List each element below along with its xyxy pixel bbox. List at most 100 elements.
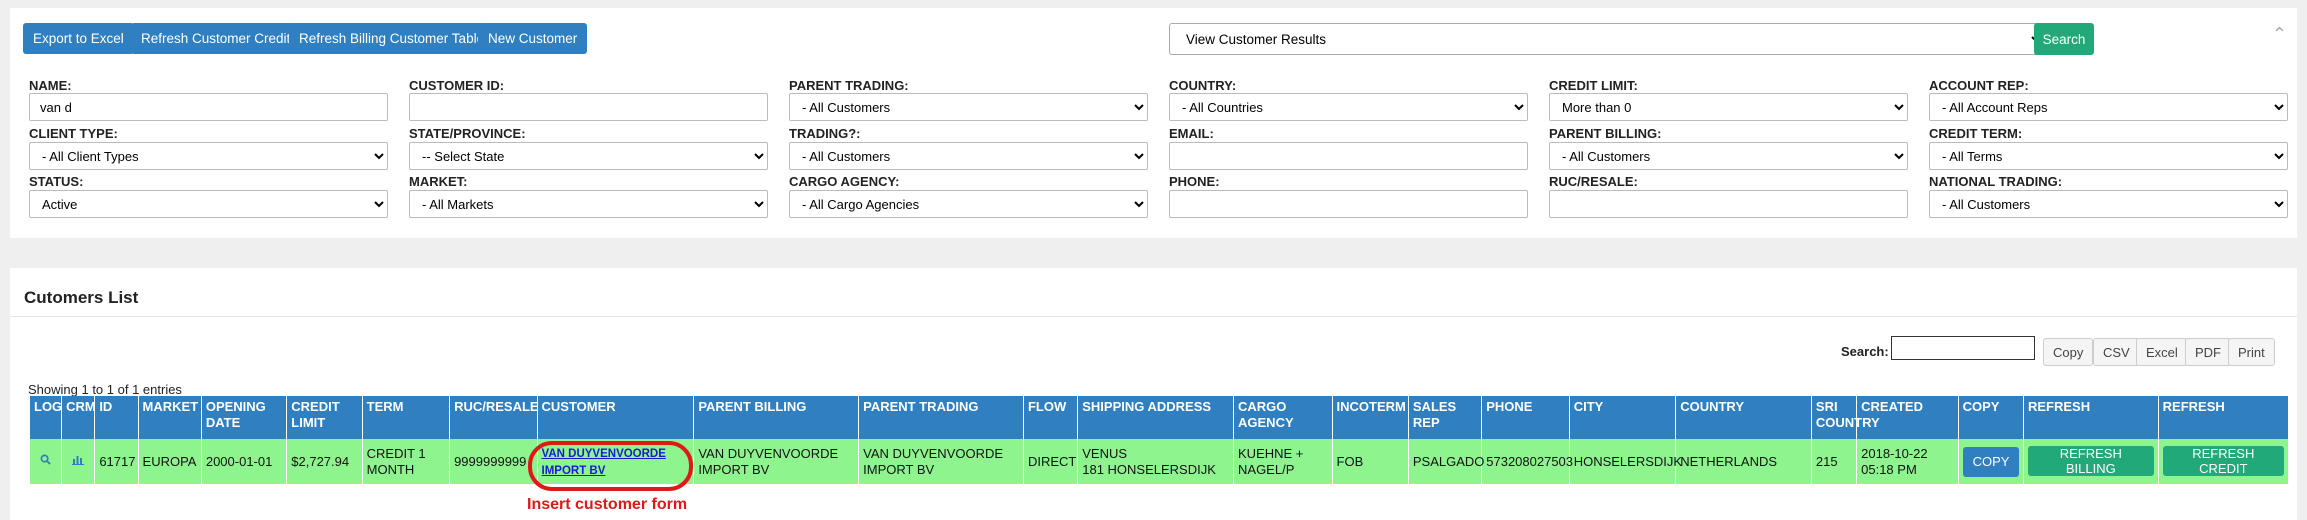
credit-limit-select[interactable]: More than 0 <box>1549 93 1908 121</box>
trading-select[interactable]: - All Customers <box>789 142 1148 170</box>
header-sales-rep[interactable]: SALES REP <box>1407 396 1482 439</box>
header-customer[interactable]: CUSTOMER <box>536 396 694 439</box>
client-type-label: CLIENT TYPE: <box>29 126 118 141</box>
city-cell: HONSELERSDIJK <box>1568 439 1682 484</box>
bar-chart-icon[interactable] <box>72 456 85 468</box>
table-search-input[interactable] <box>1891 336 2035 360</box>
header-refresh-billing[interactable]: REFRESH <box>2022 396 2159 439</box>
header-country[interactable]: COUNTRY <box>1675 396 1812 439</box>
refresh-credit-button[interactable]: REFRESH CREDIT <box>2162 446 2284 476</box>
crm-cell <box>61 439 95 484</box>
header-incoterm[interactable]: INCOTERM <box>1331 396 1409 439</box>
header-sri-country[interactable]: SRI COUNTRY <box>1810 396 1880 439</box>
cargo-agency-label: CARGO AGENCY: <box>789 174 900 189</box>
customer-id-label: CUSTOMER ID: <box>409 78 505 93</box>
copy-export-button[interactable]: Copy <box>2043 338 2094 366</box>
header-city[interactable]: CITY <box>1568 396 1676 439</box>
national-trading-label: NATIONAL TRADING: <box>1929 174 2063 189</box>
shipping-line-1: VENUS <box>1082 445 1128 461</box>
country-select[interactable]: - All Countries <box>1169 93 1528 121</box>
ruc-resale-label: RUC/RESALE: <box>1549 174 1638 189</box>
list-title: Cutomers List <box>24 288 139 307</box>
header-opening-date[interactable]: OPENING DATE <box>200 396 287 439</box>
header-flow[interactable]: FLOW <box>1022 396 1078 439</box>
annotation-highlight-oval <box>528 441 693 491</box>
header-log[interactable]: LOG <box>28 396 62 439</box>
email-input[interactable] <box>1169 142 1528 170</box>
header-parent-billing[interactable]: PARENT BILLING <box>693 396 859 439</box>
name-label: NAME: <box>29 78 72 93</box>
customer-id-input[interactable] <box>409 93 768 121</box>
customers-list-panel: Cutomers List Search: Copy CSV Excel PDF… <box>10 268 2297 520</box>
name-input[interactable] <box>29 93 388 121</box>
search-button[interactable]: Search <box>2034 23 2094 55</box>
print-button[interactable]: Print <box>2228 338 2275 366</box>
trading-label: TRADING?: <box>789 126 861 141</box>
header-cargo-agency[interactable]: CARGO AGENCY <box>1233 396 1333 439</box>
market-label: MARKET: <box>409 174 468 189</box>
phone-input[interactable] <box>1169 190 1528 218</box>
annotation-label: Insert customer form <box>527 496 688 513</box>
excel-export-button[interactable]: Excel <box>2136 338 2188 366</box>
export-excel-button[interactable]: Export to Excel <box>23 23 134 54</box>
ruc-resale-input[interactable] <box>1549 190 1908 218</box>
header-copy[interactable]: COPY <box>1957 396 2024 439</box>
parent-trading-label: PARENT TRADING: <box>789 78 909 93</box>
incoterm-cell: FOB <box>1331 439 1409 484</box>
parent-trading-select[interactable]: - All Customers <box>789 93 1148 121</box>
header-phone[interactable]: PHONE <box>1481 396 1570 439</box>
sri-country-cell: 215 <box>1810 439 1857 484</box>
customers-table: LOG CRM ID MARKET OPENING DATE CREDIT LI… <box>28 396 2288 484</box>
phone-label: PHONE: <box>1169 174 1220 189</box>
client-type-select[interactable]: - All Client Types <box>29 142 388 170</box>
country-cell: NETHERLANDS <box>1675 439 1812 484</box>
credit-term-select[interactable]: - All Terms <box>1929 142 2288 170</box>
header-term[interactable]: TERM <box>361 396 450 439</box>
view-results-select[interactable]: View Customer Results <box>1169 23 2045 55</box>
refresh-credit-cell: REFRESH CREDIT <box>2157 439 2288 484</box>
header-crm[interactable]: CRM <box>61 396 96 439</box>
market-select[interactable]: - All Markets <box>409 190 768 218</box>
header-credit-limit[interactable]: CREDIT LIMIT <box>286 396 363 439</box>
filter-panel: Export to Excel Refresh Customer Credit … <box>10 8 2297 238</box>
created-cell: 2018-10-22 05:18 PM <box>1856 439 1959 484</box>
shipping-address-cell: VENUS 181 HONSELERSDIJK <box>1077 439 1234 484</box>
refresh-customer-credit-button[interactable]: Refresh Customer Credit <box>131 23 301 54</box>
status-select[interactable]: Active <box>29 190 388 218</box>
credit-term-label: CREDIT TERM: <box>1929 126 2023 141</box>
entries-info: Showing 1 to 1 of 1 entries <box>28 382 182 397</box>
header-id[interactable]: ID <box>94 396 139 439</box>
email-label: EMAIL: <box>1169 126 1214 141</box>
national-trading-select[interactable]: - All Customers <box>1929 190 2288 218</box>
refresh-billing-table-button[interactable]: Refresh Billing Customer Table <box>289 23 495 54</box>
credit-limit-cell: $2,727.94 <box>286 439 363 484</box>
copy-customer-button[interactable]: COPY <box>1962 446 2020 477</box>
log-cell <box>28 439 62 484</box>
country-label: COUNTRY: <box>1169 78 1237 93</box>
header-refresh-credit[interactable]: REFRESH <box>2157 396 2288 439</box>
header-shipping-address[interactable]: SHIPPING ADDRESS <box>1077 396 1234 439</box>
header-ruc-resale[interactable]: RUC/RESALE <box>449 396 539 439</box>
phone-cell: 573208027503 <box>1481 439 1573 484</box>
new-customer-button[interactable]: New Customer <box>478 23 588 54</box>
chevron-up-icon[interactable]: ⌃ <box>2272 24 2287 45</box>
header-market[interactable]: MARKET <box>137 396 202 439</box>
cargo-agency-select[interactable]: - All Cargo Agencies <box>789 190 1148 218</box>
csv-export-button[interactable]: CSV <box>2093 338 2140 366</box>
cargo-agency-cell: KUEHNE + NAGEL/P <box>1233 439 1333 484</box>
refresh-billing-button[interactable]: REFRESH BILLING <box>2027 446 2154 476</box>
state-label: STATE/PROVINCE: <box>409 126 526 141</box>
search-icon[interactable] <box>40 454 51 468</box>
pdf-export-button[interactable]: PDF <box>2185 338 2231 366</box>
account-rep-label: ACCOUNT REP: <box>1929 78 2029 93</box>
table-row: 61717 EUROPA 2000-01-01 $2,727.94 CREDIT… <box>28 439 2288 484</box>
header-parent-trading[interactable]: PARENT TRADING <box>858 396 1024 439</box>
table-search-label: Search: <box>1841 344 1889 359</box>
shipping-line-2: 181 HONSELERSDIJK <box>1082 461 1216 477</box>
state-select[interactable]: -- Select State <box>409 142 768 170</box>
account-rep-select[interactable]: - All Account Reps <box>1929 93 2288 121</box>
copy-cell: COPY <box>1957 439 2024 484</box>
parent-billing-select[interactable]: - All Customers <box>1549 142 1908 170</box>
parent-billing-label: PARENT BILLING: <box>1549 126 1662 141</box>
flow-cell: DIRECT <box>1022 439 1078 484</box>
